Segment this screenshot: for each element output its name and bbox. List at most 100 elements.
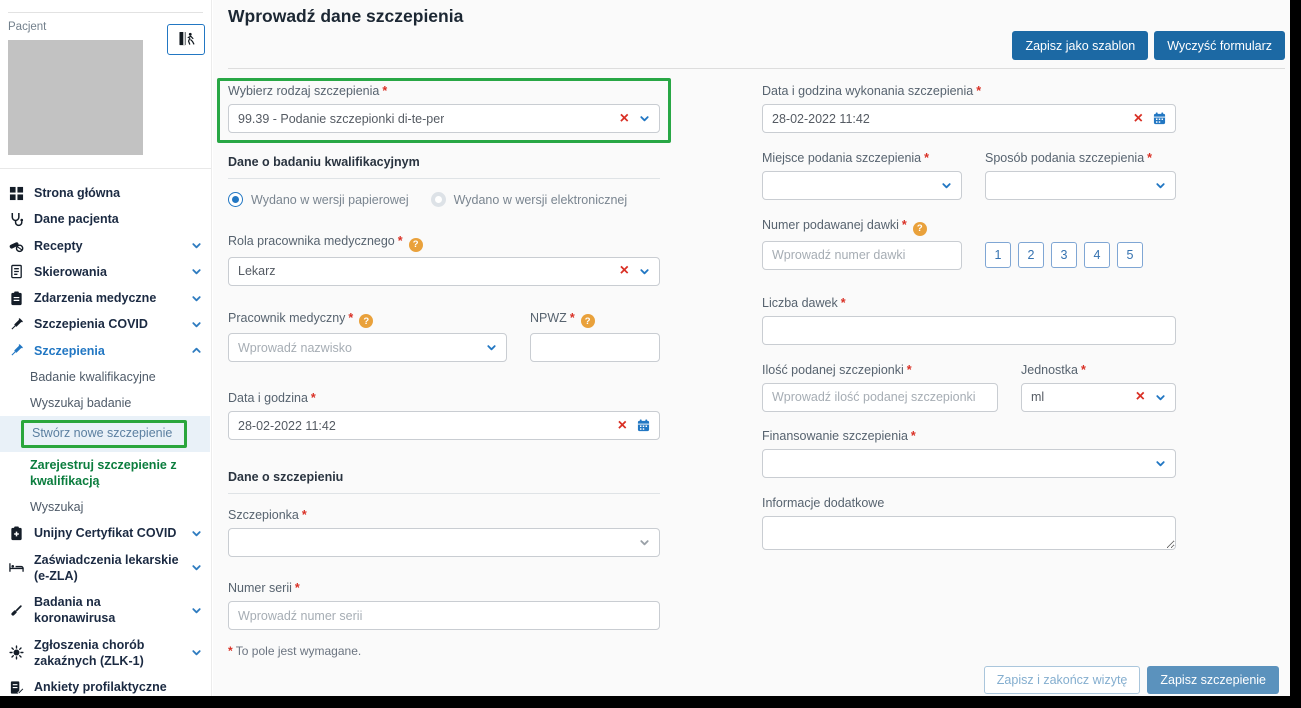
help-icon[interactable]: ? <box>359 314 373 328</box>
radio-label: Wydano w wersji papierowej <box>251 193 409 207</box>
end-visit-button[interactable] <box>167 24 205 55</box>
unit-select[interactable]: ml × <box>1021 383 1176 412</box>
clear-value-icon[interactable]: × <box>620 263 629 279</box>
select-placeholder: Wprowadź nazwisko <box>238 341 352 355</box>
chevron-down-icon <box>941 180 952 191</box>
sidebar-item[interactable]: Zarejestruj szczepienie z kwalifikacją <box>0 452 210 495</box>
required-asterisk: * <box>924 151 929 165</box>
medical-worker-select[interactable]: Wprowadź nazwisko <box>228 333 507 362</box>
quick-dose-button[interactable]: 3 <box>1051 242 1077 268</box>
injection-route-select[interactable] <box>985 171 1176 200</box>
vaccination-type-select[interactable]: 99.39 - Podanie szczepionki di-te-per × <box>228 104 660 133</box>
quick-dose-button[interactable]: 5 <box>1117 242 1143 268</box>
clear-form-button[interactable]: Wyczyść formularz <box>1154 31 1285 60</box>
form-right-column: Data i godzina wykonania szczepienia* × … <box>762 84 1176 567</box>
additional-info-textarea[interactable] <box>762 516 1176 550</box>
sidebar-item-label: Szczepienia <box>34 343 105 359</box>
section-title-vaccination: Dane o szczepieniu <box>228 470 660 484</box>
serial-number-field <box>228 601 660 630</box>
vaccination-type-label: Wybierz rodzaj szczepienia* <box>228 84 660 99</box>
radio-selected-icon <box>228 192 243 207</box>
save-as-template-button[interactable]: Zapisz jako szablon <box>1012 31 1148 60</box>
survey-icon <box>8 680 24 695</box>
clear-value-icon[interactable]: × <box>1134 111 1143 127</box>
vaccine-label: Szczepionka* <box>228 508 660 523</box>
sidebar-item[interactable]: Wyszukaj badanie <box>0 390 210 416</box>
sidebar-item[interactable]: Badania na koronawirusa <box>0 589 210 632</box>
chevron-down-icon <box>639 537 650 548</box>
financing-select[interactable] <box>762 449 1176 478</box>
save-and-end-visit-button[interactable]: Zapisz i zakończ wizytę <box>984 666 1141 694</box>
vaccine-select[interactable] <box>228 528 660 557</box>
patient-photo-placeholder <box>8 40 143 155</box>
quick-dose-button[interactable]: 4 <box>1084 242 1110 268</box>
calendar-icon[interactable] <box>1153 112 1166 125</box>
sidebar-item[interactable]: Skierowania <box>0 259 210 285</box>
required-asterisk: * <box>295 581 300 595</box>
amount-input[interactable] <box>772 390 988 404</box>
patient-label: Pacjent <box>8 21 46 33</box>
injection-site-select[interactable] <box>762 171 962 200</box>
divider <box>8 12 203 13</box>
sidebar-item[interactable]: Strona główna <box>0 180 210 206</box>
sidebar-item[interactable]: Zgłoszenia chorób zakaźnych (ZLK-1) <box>0 632 210 675</box>
npwz-label: NPWZ*? <box>530 311 660 329</box>
required-asterisk: * <box>976 84 981 98</box>
chevron-down-icon <box>1155 392 1166 403</box>
quick-dose-button[interactable]: 2 <box>1018 242 1044 268</box>
chevron-down-icon <box>191 319 202 330</box>
sidebar-item[interactable]: Wyszukaj <box>0 494 210 520</box>
sidebar-item-label: Ankiety profilaktyczne <box>34 679 167 695</box>
npwz-input[interactable] <box>540 341 650 355</box>
door-exit-icon <box>178 31 195 49</box>
sidebar-item-label: Wyszukaj <box>30 499 83 515</box>
document-icon <box>8 264 24 279</box>
sidebar-item[interactable]: Recepty <box>0 233 210 259</box>
sidebar-item[interactable]: Szczepienia COVID <box>0 311 210 337</box>
radio-paper-version[interactable]: Wydano w wersji papierowej <box>228 192 409 207</box>
qualification-datetime-label: Data i godzina* <box>228 391 660 406</box>
save-vaccination-button[interactable]: Zapisz szczepienie <box>1147 666 1279 694</box>
dose-count-input[interactable] <box>772 323 1166 337</box>
exec-datetime-label: Data i godzina wykonania szczepienia* <box>762 84 1176 99</box>
section-title-qualification: Dane o badaniu kwalifikacyjnym <box>228 155 660 169</box>
serial-number-input[interactable] <box>238 609 650 623</box>
sidebar-item[interactable]: Szczepienia <box>0 338 210 364</box>
select-value: Lekarz <box>238 264 276 278</box>
required-asterisk: * <box>907 363 912 377</box>
clear-value-icon[interactable]: × <box>620 111 629 127</box>
help-icon[interactable]: ? <box>581 314 595 328</box>
clear-value-icon[interactable]: × <box>1136 389 1145 405</box>
chevron-down-icon <box>191 562 202 573</box>
qualification-datetime-input[interactable] <box>238 419 610 433</box>
required-asterisk: * <box>311 391 316 405</box>
qualification-datetime-field: × <box>228 411 660 440</box>
serial-number-label: Numer serii* <box>228 581 660 596</box>
medical-role-select[interactable]: Lekarz × <box>228 257 660 286</box>
main-content: Wprowadź dane szczepienia Zapisz jako sz… <box>213 0 1290 696</box>
calendar-icon[interactable] <box>637 419 650 432</box>
help-icon[interactable]: ? <box>409 238 423 252</box>
unit-label: Jednostka* <box>1021 363 1176 378</box>
sidebar-item[interactable]: Badanie kwalifikacyjne <box>0 364 210 390</box>
sidebar-item[interactable]: Stwórz nowe szczepienie <box>0 416 210 451</box>
sidebar-item[interactable]: Zaświadczenia lekarskie (e-ZLA) <box>0 547 210 590</box>
radio-electronic-version[interactable]: Wydano w wersji elektronicznej <box>431 192 628 207</box>
sidebar-item[interactable]: Unijny Certyfikat COVID <box>0 520 210 546</box>
help-icon[interactable]: ? <box>913 222 927 236</box>
injection-route-label: Sposób podania szczepienia* <box>985 151 1176 166</box>
pills-icon <box>8 238 24 253</box>
chevron-up-icon <box>191 345 202 356</box>
financing-label: Finansowanie szczepienia* <box>762 429 1176 444</box>
sidebar-item-label: Zaświadczenia lekarskie (e-ZLA) <box>34 552 181 585</box>
chevron-down-icon <box>1155 180 1166 191</box>
quick-dose-button[interactable]: 1 <box>985 242 1011 268</box>
dose-count-label: Liczba dawek* <box>762 296 1176 311</box>
dose-count-field <box>762 316 1176 345</box>
exec-datetime-input[interactable] <box>772 112 1126 126</box>
sidebar-item[interactable]: Dane pacjenta <box>0 206 210 232</box>
clear-value-icon[interactable]: × <box>618 418 627 434</box>
sidebar-item-label: Skierowania <box>34 264 107 280</box>
sidebar-item[interactable]: Zdarzenia medyczne <box>0 285 210 311</box>
dose-number-input[interactable] <box>772 248 952 262</box>
